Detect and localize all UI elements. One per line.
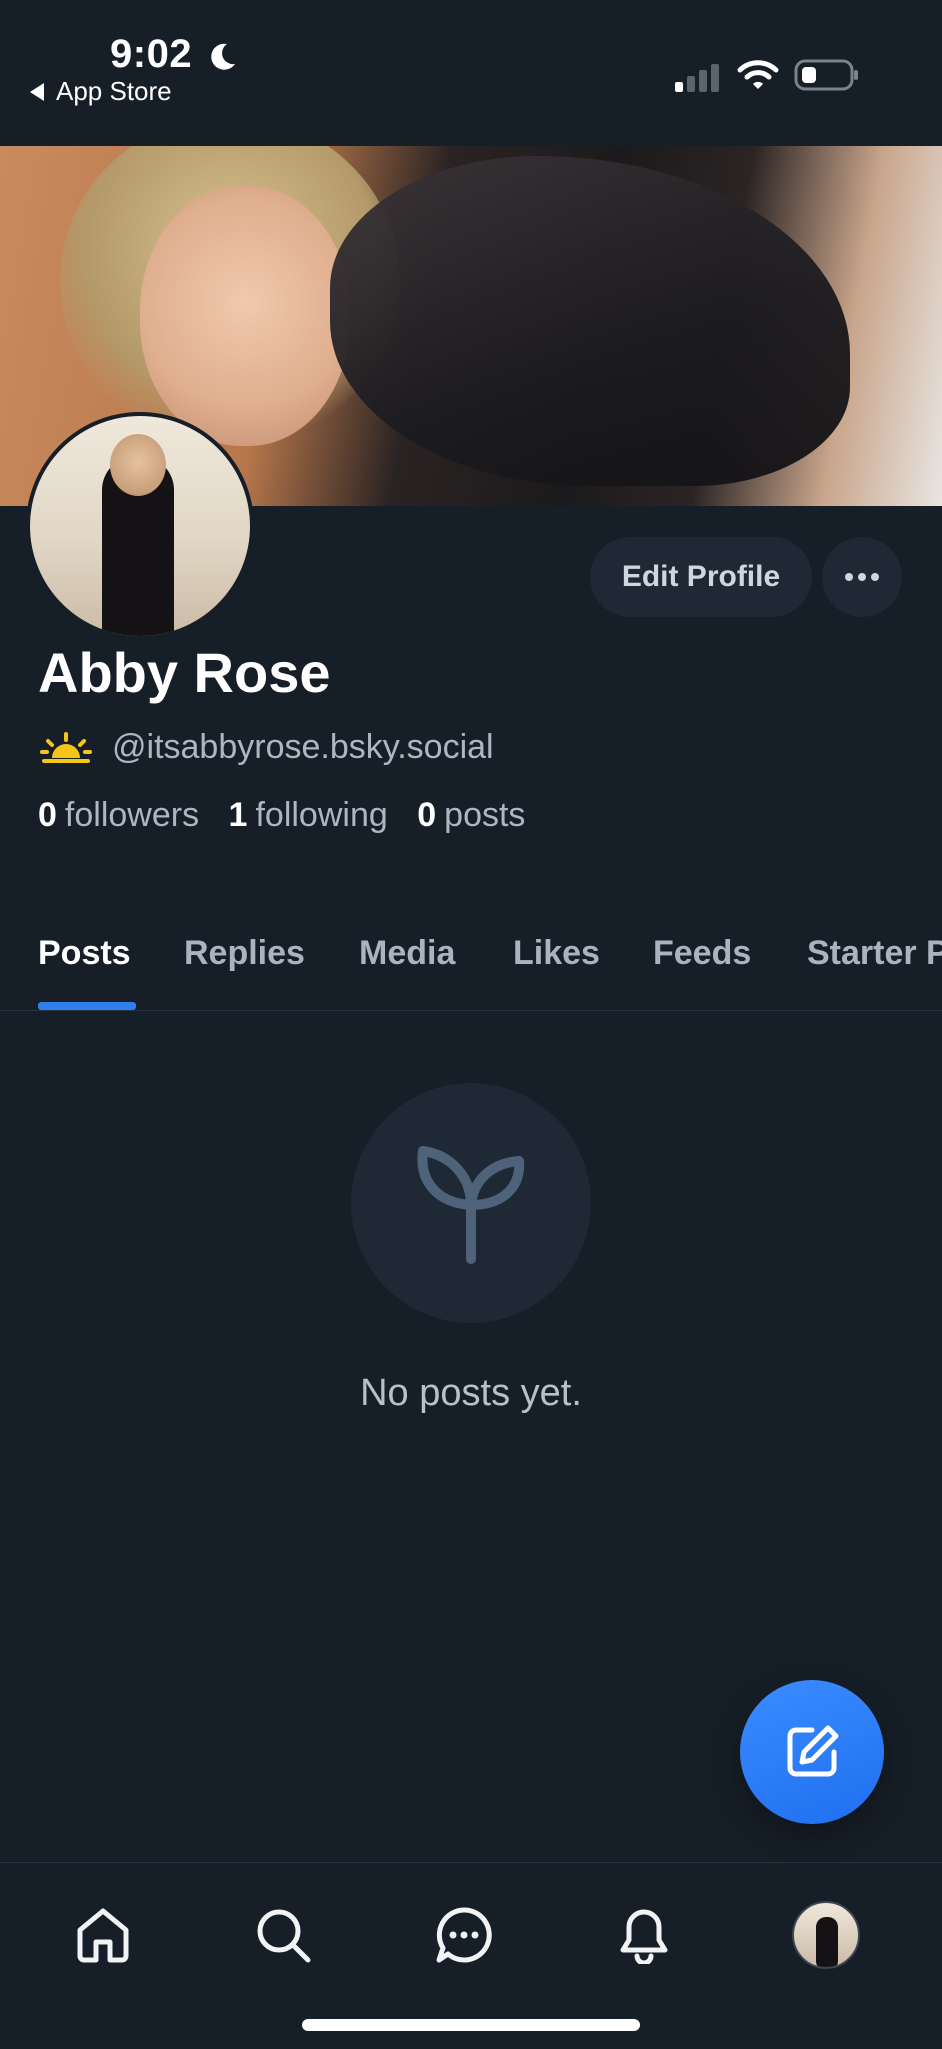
tab-likes[interactable]: Likes — [513, 934, 600, 973]
handle-row: @itsabbyrose.bsky.social — [40, 728, 494, 767]
profile-avatar[interactable] — [26, 412, 254, 640]
status-bar: 9:02 App Store — [0, 0, 942, 146]
user-handle: @itsabbyrose.bsky.social — [112, 728, 494, 766]
following-count: 1 — [228, 796, 248, 834]
profile-avatar-icon — [792, 1901, 860, 1969]
nav-home[interactable] — [63, 1895, 143, 1975]
profile-stats: 0 followers 1 following 0 posts — [38, 796, 525, 835]
active-tab-indicator — [38, 1002, 136, 1010]
followers-stat[interactable]: 0 followers — [38, 796, 199, 834]
wifi-icon — [737, 60, 779, 89]
search-icon — [257, 1909, 311, 1963]
home-indicator — [302, 2019, 640, 2031]
back-to-app-store[interactable]: App Store — [30, 76, 172, 107]
moon-icon — [211, 43, 235, 70]
chat-icon — [436, 1907, 492, 1963]
nav-search[interactable] — [243, 1895, 323, 1975]
followers-label: followers — [64, 796, 200, 834]
posts-count: 0 — [417, 796, 437, 834]
back-arrow-icon — [30, 83, 44, 101]
display-name: Abby Rose — [38, 641, 331, 704]
nav-notifications[interactable] — [604, 1895, 684, 1975]
battery-icon — [794, 59, 858, 91]
tab-replies[interactable]: Replies — [184, 934, 305, 973]
tab-media[interactable]: Media — [359, 934, 455, 973]
status-time: 9:02 — [110, 32, 193, 76]
compose-icon — [787, 1725, 839, 1777]
back-app-label: App Store — [56, 76, 172, 106]
tab-feeds[interactable]: Feeds — [653, 934, 751, 973]
sprout-icon — [417, 1146, 525, 1264]
more-options-button[interactable] — [822, 537, 902, 617]
followers-count: 0 — [38, 796, 57, 834]
nav-chat[interactable] — [424, 1895, 504, 1975]
bell-icon — [620, 1909, 668, 1964]
posts-label: posts — [444, 796, 526, 834]
tab-starter-packs[interactable]: Starter Packs — [807, 934, 942, 973]
following-label: following — [255, 796, 388, 834]
home-icon — [77, 1908, 129, 1963]
edit-profile-button[interactable]: Edit Profile — [590, 537, 812, 617]
compose-post-button[interactable] — [740, 1680, 884, 1824]
following-stat[interactable]: 1 following — [229, 796, 388, 834]
sunrise-icon — [40, 731, 92, 763]
profile-tabs: Posts Replies Media Likes Feeds Starter … — [0, 928, 942, 1011]
ellipsis-icon — [845, 573, 879, 581]
posts-stat: 0 posts — [417, 796, 525, 834]
empty-state-icon-circle — [351, 1083, 591, 1323]
cellular-signal-icon — [675, 64, 719, 92]
empty-state-message: No posts yet. — [360, 1372, 582, 1414]
tab-posts[interactable]: Posts — [38, 934, 131, 973]
nav-profile[interactable] — [786, 1895, 866, 1975]
